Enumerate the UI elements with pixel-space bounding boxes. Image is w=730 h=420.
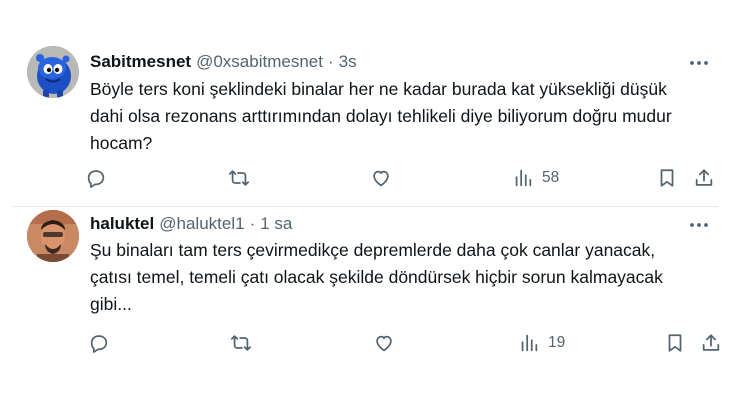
avatar[interactable]	[27, 46, 79, 98]
more-icon	[690, 61, 708, 65]
tweet-text-line: hocam?	[90, 133, 153, 153]
more-icon	[690, 223, 708, 227]
more-options-button[interactable]	[688, 214, 710, 236]
retweet-icon	[230, 335, 252, 351]
timestamp[interactable]: 1 sa	[260, 214, 292, 234]
avatar[interactable]	[27, 210, 79, 262]
tweet-divider	[12, 206, 718, 207]
bookmark-icon	[660, 169, 674, 187]
reply-button[interactable]	[85, 166, 107, 190]
tweet-text-line: Böyle ters koni şeklindeki binalar her n…	[90, 79, 667, 99]
reply-icon	[87, 170, 105, 188]
like-button[interactable]	[370, 166, 392, 190]
share-button[interactable]	[693, 166, 715, 190]
display-name[interactable]: haluktel	[90, 214, 154, 234]
bookmark-button[interactable]	[656, 166, 678, 190]
user-handle[interactable]: @haluktel1	[159, 214, 244, 234]
tweet-header: haluktel @haluktel1 · 1 sa	[90, 214, 292, 234]
avatar-photo	[27, 210, 79, 262]
tweet-text-line: Şu binaları tam ters çevirmedikçe deprem…	[90, 240, 656, 260]
action-bar: 58	[0, 166, 730, 190]
views-icon	[515, 169, 532, 187]
reply-icon	[90, 335, 108, 353]
views-button[interactable]: 19	[518, 331, 565, 355]
reply-button[interactable]	[88, 331, 110, 355]
separator-dot: ·	[327, 52, 334, 71]
separator-dot: ·	[249, 214, 256, 233]
display-name[interactable]: Sabitmesnet	[90, 52, 191, 72]
bookmark-button[interactable]	[664, 331, 686, 355]
views-button[interactable]: 58	[512, 166, 559, 190]
avatar-character-image	[27, 46, 79, 98]
share-icon	[695, 169, 713, 186]
timestamp[interactable]: 3s	[339, 52, 357, 72]
bookmark-icon	[668, 334, 682, 352]
tweet-header: Sabitmesnet @0xsabitmesnet · 3s	[90, 52, 357, 72]
more-options-button[interactable]	[688, 52, 710, 74]
views-count: 19	[548, 334, 566, 351]
views-icon	[521, 334, 538, 352]
tweet-text: Şu binaları tam ters çevirmedikçe deprem…	[90, 237, 718, 318]
like-button[interactable]	[373, 331, 395, 355]
retweet-icon	[228, 170, 250, 186]
tweet[interactable]: Sabitmesnet @0xsabitmesnet · 3s Böyle te…	[0, 0, 730, 208]
tweet-text-line: gibi...	[90, 294, 132, 314]
tweet[interactable]: haluktel @haluktel1 · 1 sa Şu binaları t…	[0, 208, 730, 420]
tweet-text-line: dahi olsa rezonans arttırımından dolayı …	[90, 106, 672, 126]
like-icon	[373, 170, 389, 187]
share-button[interactable]	[700, 331, 722, 355]
action-bar: 19	[0, 331, 730, 355]
views-count: 58	[542, 169, 560, 186]
retweet-button[interactable]	[230, 331, 252, 355]
user-handle[interactable]: @0xsabitmesnet	[196, 52, 323, 72]
tweet-text: Böyle ters koni şeklindeki binalar her n…	[90, 76, 718, 157]
retweet-button[interactable]	[228, 166, 250, 190]
tweet-text-line: çatısı temel, temeli çatı olacak şekilde…	[90, 267, 663, 287]
like-icon	[376, 335, 392, 352]
share-icon	[702, 334, 720, 351]
